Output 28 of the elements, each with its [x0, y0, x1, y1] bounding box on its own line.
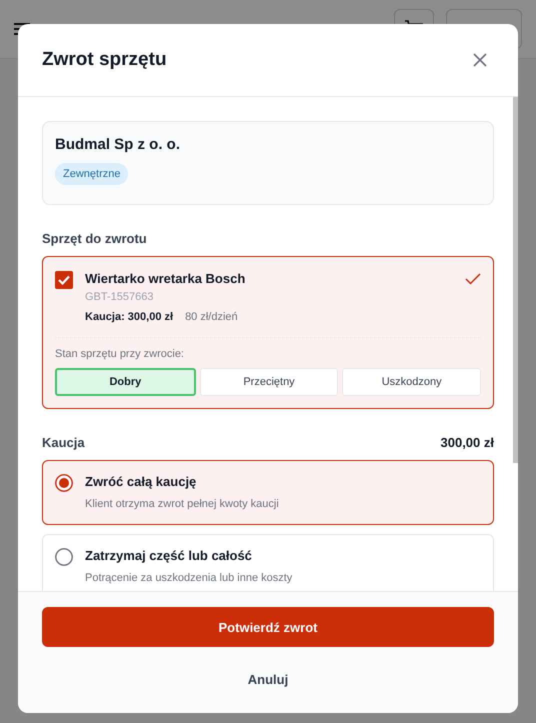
- section-title: Sprzęt do zwrotu: [42, 231, 148, 246]
- deposit-option[interactable]: Zwróć całą kaucję Klient otrzyma zwrot pełnej kwoty kaucji: [42, 460, 494, 525]
- condition-option[interactable]: Przeciętny: [200, 368, 338, 396]
- deposit-total: 300,00 zł: [440, 435, 494, 450]
- confirm-button[interactable]: Potwierdź zwrot: [42, 607, 494, 647]
- deposit-label: Kaucja: [42, 435, 85, 450]
- customer-name: Budmal Sp z o. o.: [55, 136, 180, 153]
- condition-label: Stan sprzętu przy zwrocie:: [55, 348, 185, 360]
- deposit-amount: Kaucja: 300,00 zł: [85, 311, 174, 323]
- condition-option[interactable]: Dobry: [55, 368, 196, 396]
- equipment-name: Wiertarko wretarka Bosch: [85, 271, 246, 286]
- checkbox[interactable]: [55, 271, 73, 289]
- check-icon: [465, 273, 481, 285]
- equipment-card[interactable]: Wiertarko wretarka Bosch GBT-1557663 Kaucja: 300,00 zł 80 zł/dzień Stan sprzętu przy zwrocie: Dobry Przeciętny Uszkodzony: [42, 256, 494, 409]
- option-description: Potrącenie za uszkodzenia lub inne koszty: [85, 572, 292, 584]
- scrollbar[interactable]: [513, 97, 518, 463]
- deposit-option[interactable]: Zatrzymaj część lub całość Potrącenie za uszkodzenia lub inne koszty: [42, 534, 494, 591]
- option-description: Klient otrzyma zwrot pełnej kwoty kaucji: [85, 498, 279, 510]
- dialog-title: Zwrot sprzętu: [42, 49, 167, 71]
- daily-rate: 80 zł/dzień: [185, 311, 238, 323]
- customer-type-badge: Zewnętrzne: [55, 163, 128, 185]
- radio-button[interactable]: [55, 474, 73, 492]
- cancel-button[interactable]: Anuluj: [234, 659, 302, 699]
- condition-option[interactable]: Uszkodzony: [342, 368, 482, 396]
- equipment-code: GBT-1557663: [85, 291, 154, 303]
- radio-button[interactable]: [55, 548, 73, 566]
- option-title: Zatrzymaj część lub całość: [85, 548, 253, 563]
- option-title: Zwróć całą kaucję: [85, 474, 198, 489]
